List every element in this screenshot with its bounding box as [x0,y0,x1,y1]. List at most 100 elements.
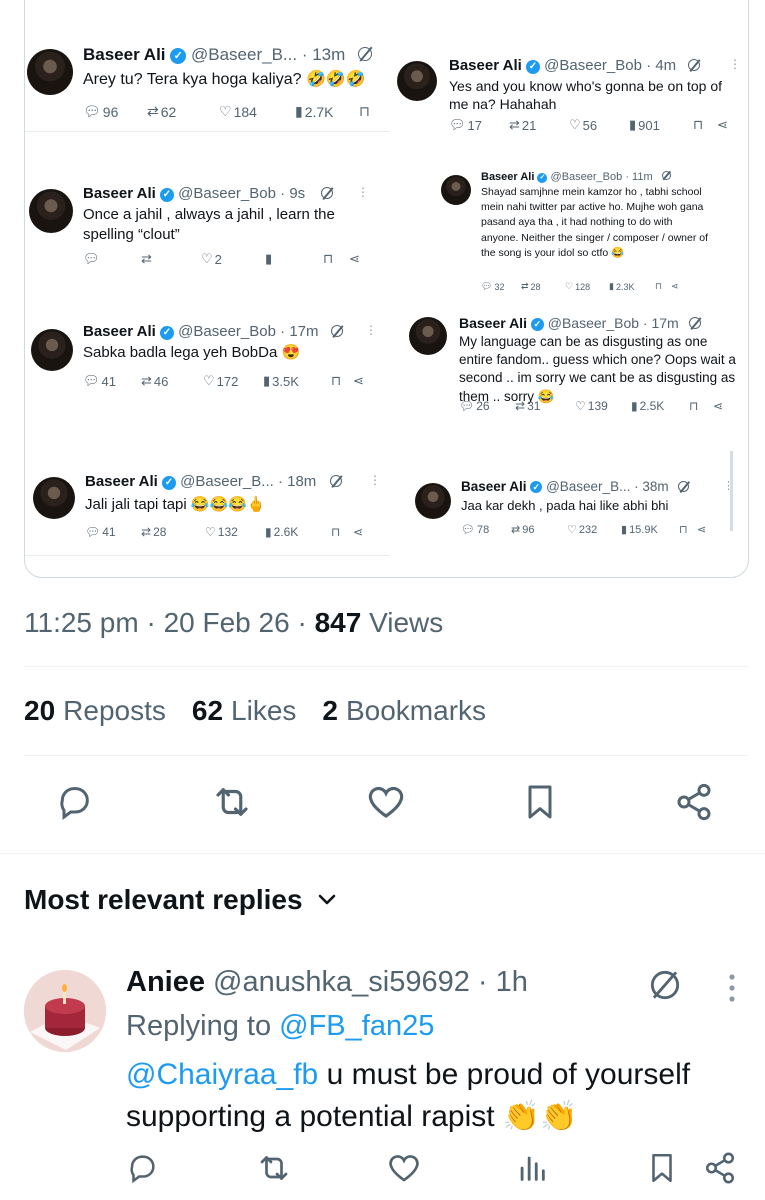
repost-count: 62 [160,103,177,120]
share-icon [677,783,711,821]
post-time: 18m [287,473,317,490]
replies-sort-dropdown[interactable]: Most relevant replies [24,884,337,916]
reply-like-button[interactable] [382,1146,426,1190]
reply-avatar[interactable] [24,970,106,1052]
replying-to-line: Replying to @FB_fan25 [126,1010,434,1043]
replying-to-handle[interactable]: @FB_fan25 [279,1010,434,1042]
reposts-stat[interactable]: 20 Reposts [24,695,166,727]
more-options-button[interactable] [722,968,742,1008]
share-icon: ⋖ [671,281,679,291]
like-count: 128 [575,281,591,292]
author-name: Baseer Ali [481,171,535,183]
reply-icon: 💬︎ [83,251,100,266]
bookmark-icon: ⊓ [331,373,342,388]
reply-button[interactable] [52,780,96,824]
verified-badge-icon: ✓ [530,318,544,331]
share-icon: ⋖ [717,117,728,132]
reply-time[interactable]: 1h [496,966,528,998]
reply-share-button[interactable] [698,1146,742,1190]
like-count: 172 [216,373,239,389]
reply-repost-button[interactable] [252,1146,296,1190]
post-time: 4m [655,57,677,74]
share-button[interactable] [672,780,716,824]
reply-count: 26 [476,399,490,413]
author-name: Baseer Ali [83,45,166,64]
post-text: Arey tu? Tera kya hoga kaliya? 🤣🤣🤣 [83,71,366,88]
post-time: 9s [289,185,306,202]
view-count: 2.6K [273,525,299,539]
reply-author-line: Aniee @anushka_si59692 · 1h [126,966,528,998]
author-handle: @Baseer_Bob [547,315,640,331]
tweet-action-bar [0,780,765,834]
reply-icon [130,1155,155,1184]
post-time: 17m [651,315,679,331]
author-name: Baseer Ali [459,315,527,331]
avatar [29,189,73,233]
views-icon [520,1156,545,1181]
screenshot-tweet: Baseer Ali ✓ @Baseer_B... · 38m ⋮ Jaa ka… [413,477,734,551]
author-name: Baseer Ali [449,57,522,74]
repost-button[interactable] [210,780,254,824]
post-time: 11m [632,171,653,183]
avatar [397,61,437,101]
repost-count: 28 [530,281,541,292]
reply-count: 41 [102,525,116,539]
like-count: 132 [217,525,238,539]
heart-icon [368,786,404,818]
post-time: 17m [289,323,319,340]
engagement-counts: 20 Reposts 62 Likes 2 Bookmarks [24,695,486,727]
views-label: Views [369,607,444,638]
share-icon: ⋖ [349,251,360,266]
bookmark-icon: ⊓ [359,103,370,119]
likes-count: 62 [191,695,224,726]
reply-text: @Chaiyraa_fb u must be proud of yourself… [126,1054,726,1138]
tweet-date[interactable]: 20 Feb 26 [164,607,290,638]
verified-badge-icon: ✓ [160,326,174,340]
verified-badge-icon: ✓ [530,481,543,493]
reply-mention[interactable]: @Chaiyraa_fb [126,1058,318,1091]
view-count: 2.3K [615,281,635,292]
author-name: Baseer Ali [83,185,156,202]
grok-icon [321,187,334,199]
reply-bookmark-button[interactable] [640,1146,684,1190]
bookmark-icon [652,1153,672,1183]
repost-icon: ⇄ [141,251,152,266]
bookmarks-stat[interactable]: 2 Bookmarks [322,695,486,727]
grok-button[interactable] [646,966,686,1006]
share-icon: ⋖ [713,399,724,413]
likes-label: Likes [231,695,297,726]
reply-count: 32 [494,281,505,292]
reply-views-button[interactable] [510,1146,554,1190]
share-icon [705,1152,735,1184]
more-icon: ⋮ [729,57,741,71]
bookmark-icon [528,785,552,819]
chevron-down-icon [318,894,335,905]
like-button[interactable] [364,780,408,824]
post-text: Once a jahil , always a jahil , learn th… [83,206,335,243]
more-icon: ⋮ [365,323,377,337]
reply-reply-button[interactable] [120,1146,164,1190]
screenshot-tweet: Baseer Ali ✓ @Baseer_Bob · 4m ⋮ Yes and … [395,53,745,145]
divider [24,755,748,756]
tweet-media-image[interactable]: Baseer Ali ✓ @Baseer_B... · 13m Arey tu?… [24,0,749,578]
avatar [415,483,451,519]
verified-badge-icon: ✓ [526,60,540,74]
bookmark-button[interactable] [518,780,562,824]
likes-stat[interactable]: 62 Likes [192,695,297,727]
like-count: 232 [578,523,598,536]
repost-count: 21 [521,117,537,133]
reply-author-name[interactable]: Aniee [126,966,205,998]
tweet-time[interactable]: 11:25 pm [24,607,139,638]
author-name: Baseer Ali [83,323,156,340]
reply-count: 96 [102,103,119,120]
grok-icon [661,171,671,180]
replies-title: Most relevant replies [24,884,303,915]
post-time: 38m [642,479,669,494]
view-count: 2.5K [639,399,665,413]
reply-author-handle[interactable]: @anushka_si59692 [213,966,470,998]
verified-badge-icon: ✓ [537,173,548,183]
grok-icon [330,325,343,337]
author-handle: @Baseer_B... [180,473,274,490]
more-vertical-icon [729,974,735,1002]
post-text: My language can be as disgusting as one … [459,334,736,404]
